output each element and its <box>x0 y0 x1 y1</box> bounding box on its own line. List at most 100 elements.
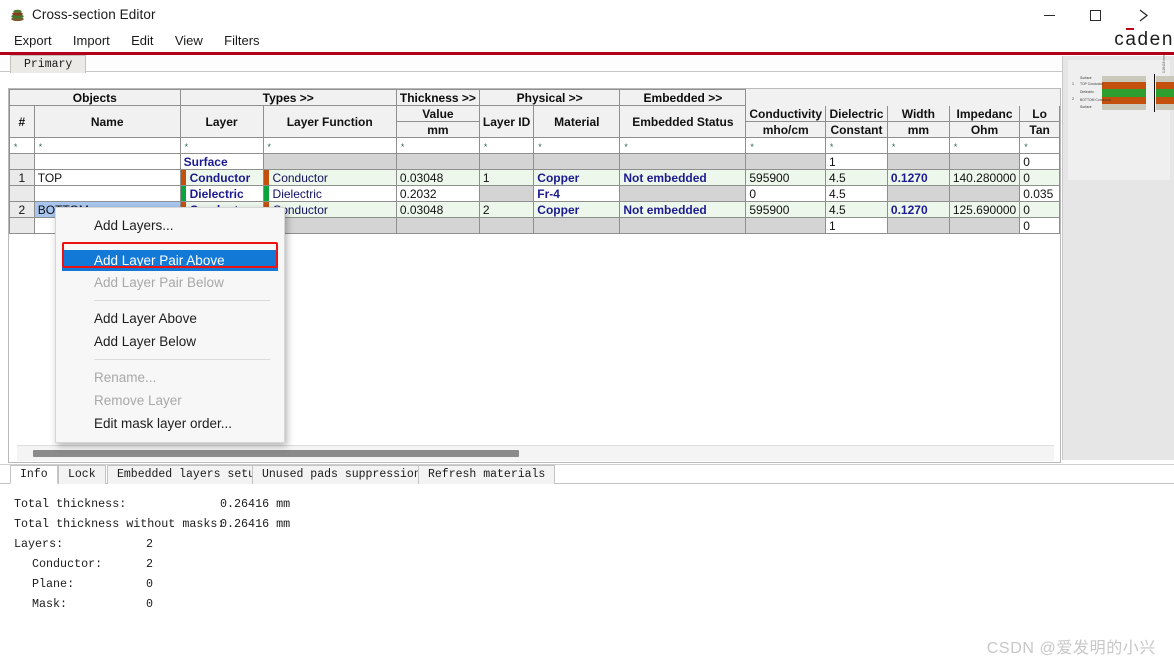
cell-impedance[interactable] <box>948 153 1021 170</box>
cell-material[interactable] <box>533 217 621 234</box>
tab-primary[interactable]: Primary <box>10 55 87 73</box>
menu-item-export[interactable]: Export <box>5 31 61 51</box>
cell-layer-function[interactable]: Dielectric <box>262 185 397 202</box>
cell-loss-tangent[interactable]: 0 <box>1019 201 1060 218</box>
filter-cell-name[interactable]: * <box>33 137 181 154</box>
cell-name[interactable]: TOP <box>33 169 181 186</box>
cell-thickness[interactable]: 0.03048 <box>395 169 480 186</box>
horizontal-scrollbar-thumb[interactable] <box>33 450 519 457</box>
cell-dielectric[interactable]: 4.5 <box>825 201 888 218</box>
filter-cell-value[interactable]: * <box>395 137 480 154</box>
col-index[interactable]: # <box>9 105 35 138</box>
cell-impedance[interactable] <box>948 185 1021 202</box>
layer-context-menu[interactable]: Add Layers... Add Layer Pair Above Add L… <box>55 207 285 443</box>
filter-row[interactable]: * * * * * * * * * * * * * <box>9 137 1060 154</box>
context-menu-item-add-layer-pair-above[interactable]: Add Layer Pair Above <box>62 250 278 271</box>
filter-cell-width[interactable]: * <box>886 137 950 154</box>
cell-layer-function[interactable]: Conductor <box>262 169 397 186</box>
menu-item-import[interactable]: Import <box>64 31 119 51</box>
stackup-preview-panel[interactable]: 0.26416 mm 1 2 Surface TOP Conductor Die… <box>1062 55 1174 460</box>
menu-item-edit[interactable]: Edit <box>122 31 162 51</box>
cell-conductivity[interactable] <box>745 217 827 234</box>
cell-loss-tangent[interactable]: 0 <box>1019 217 1060 234</box>
col-embedded-status[interactable]: Embedded Status <box>619 105 747 138</box>
cell-layer-id[interactable] <box>478 217 535 234</box>
cell-width[interactable]: 0.1270 <box>886 201 950 218</box>
cell-layer[interactable]: Surface <box>179 153 264 170</box>
tab-info[interactable]: Info <box>10 465 58 484</box>
col-value[interactable]: Value <box>395 105 480 122</box>
cell-thickness[interactable] <box>395 153 480 170</box>
col-dielectric[interactable]: Dielectric <box>825 105 888 122</box>
col-impedance[interactable]: Impedanc <box>948 105 1021 122</box>
cell-width[interactable] <box>886 153 950 170</box>
horizontal-scrollbar[interactable] <box>17 445 1054 461</box>
filter-cell-embedded-status[interactable]: * <box>619 137 747 154</box>
cell-conductivity[interactable]: 595900 <box>745 169 827 186</box>
close-button[interactable] <box>1120 0 1166 31</box>
maximize-button[interactable] <box>1072 0 1118 31</box>
cell-embedded-status[interactable] <box>619 153 747 170</box>
table-row[interactable]: Dielectric Dielectric 0.2032 Fr-4 0 4.5 … <box>9 185 1060 202</box>
cell-loss-tangent[interactable]: 0.035 <box>1019 185 1060 202</box>
cell-thickness[interactable]: 0.2032 <box>395 185 480 202</box>
cell-material[interactable]: Fr-4 <box>533 185 621 202</box>
filter-cell-layer[interactable]: * <box>179 137 264 154</box>
menu-item-view[interactable]: View <box>166 31 212 51</box>
cell-dielectric[interactable]: 4.5 <box>825 169 888 186</box>
cell-dielectric[interactable]: 4.5 <box>825 185 888 202</box>
col-layer[interactable]: Layer <box>179 105 264 138</box>
tab-embedded-layers-setup[interactable]: Embedded layers setup <box>107 465 272 484</box>
cell-name[interactable] <box>33 153 181 170</box>
cell-thickness[interactable] <box>395 217 480 234</box>
col-conductivity[interactable]: Conductivity <box>745 105 827 122</box>
cell-thickness[interactable]: 0.03048 <box>395 201 480 218</box>
cell-loss-tangent[interactable]: 0 <box>1019 153 1060 170</box>
cell-impedance[interactable]: 125.690000 <box>948 201 1021 218</box>
cell-layer-id[interactable]: 2 <box>478 201 535 218</box>
cell-embedded-status[interactable]: Not embedded <box>619 201 747 218</box>
cell-width[interactable]: 0.1270 <box>886 169 950 186</box>
cell-impedance[interactable] <box>948 217 1021 234</box>
tab-unused-pads-suppression[interactable]: Unused pads suppression <box>252 465 431 484</box>
minimize-button[interactable] <box>1026 0 1072 31</box>
cell-layer[interactable]: Dielectric <box>179 185 264 202</box>
cell-width[interactable] <box>886 217 950 234</box>
cell-impedance[interactable]: 140.280000 <box>948 169 1021 186</box>
menu-item-filters[interactable]: Filters <box>215 31 268 51</box>
cell-layer-id[interactable] <box>478 153 535 170</box>
cell-material[interactable]: Copper <box>533 169 621 186</box>
cell-dielectric[interactable]: 1 <box>825 217 888 234</box>
col-layer-id[interactable]: Layer ID <box>478 105 535 138</box>
context-menu-item-add-layer-below[interactable]: Add Layer Below <box>56 330 284 353</box>
filter-cell-impedance[interactable]: * <box>948 137 1021 154</box>
filter-cell-conductivity[interactable]: * <box>745 137 827 154</box>
context-menu-item-add-layer-above[interactable]: Add Layer Above <box>56 307 284 330</box>
tab-refresh-materials[interactable]: Refresh materials <box>418 465 556 484</box>
col-material[interactable]: Material <box>533 105 621 138</box>
cell-conductivity[interactable]: 0 <box>745 185 827 202</box>
cell-embedded-status[interactable] <box>619 185 747 202</box>
cell-material[interactable]: Copper <box>533 201 621 218</box>
cell-embedded-status[interactable] <box>619 217 747 234</box>
cell-width[interactable] <box>886 185 950 202</box>
cell-layer-function[interactable] <box>262 153 397 170</box>
cell-conductivity[interactable] <box>745 153 827 170</box>
cell-dielectric[interactable]: 1 <box>825 153 888 170</box>
col-layer-function[interactable]: Layer Function <box>262 105 397 138</box>
cell-layer-id[interactable]: 1 <box>478 169 535 186</box>
col-loss-tangent[interactable]: Lo <box>1019 105 1060 122</box>
filter-cell-layer-function[interactable]: * <box>262 137 397 154</box>
table-row[interactable]: 1 TOP Conductor Conductor 0.03048 1 Copp… <box>9 169 1060 186</box>
filter-cell-layer-id[interactable]: * <box>478 137 535 154</box>
filter-cell-material[interactable]: * <box>533 137 621 154</box>
filter-cell-index[interactable]: * <box>9 137 35 154</box>
context-menu-item-add-layers[interactable]: Add Layers... <box>56 214 284 237</box>
cell-conductivity[interactable]: 595900 <box>745 201 827 218</box>
table-row[interactable]: Surface 1 0 <box>9 153 1060 170</box>
tab-lock[interactable]: Lock <box>58 465 106 484</box>
filter-cell-dielectric[interactable]: * <box>825 137 888 154</box>
cell-embedded-status[interactable]: Not embedded <box>619 169 747 186</box>
cell-layer-id[interactable] <box>478 185 535 202</box>
col-width[interactable]: Width <box>886 105 950 122</box>
